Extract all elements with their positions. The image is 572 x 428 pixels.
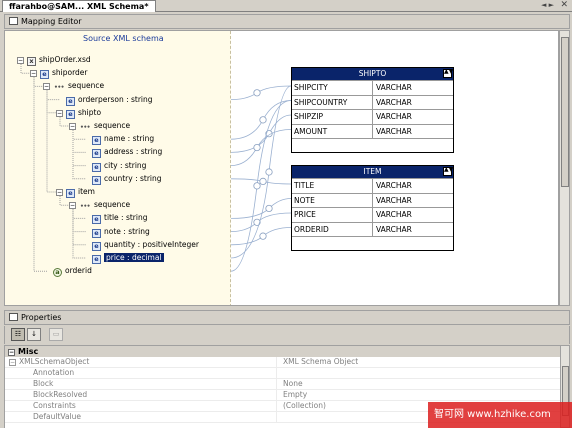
document-tab-strip: ffarahbo@SAM... XML Schema* ◄ ► ✕ [0, 0, 572, 12]
column-name: TITLE [292, 179, 373, 193]
property-pages-icon[interactable]: ▭ [49, 328, 63, 341]
mapping-line[interactable] [230, 100, 292, 272]
window-icon [9, 17, 18, 25]
mapping-junction[interactable] [265, 168, 273, 176]
mapping-junction[interactable] [259, 177, 267, 185]
table-row[interactable]: SHIPCOUNTRY VARCHAR [292, 94, 453, 109]
property-name: − XMLSchemaObject [5, 357, 277, 367]
column-name: AMOUNT [292, 124, 373, 138]
table-row[interactable]: SHIPZIP VARCHAR [292, 109, 453, 124]
column-name: SHIPCOUNTRY [292, 95, 373, 109]
table-item[interactable]: ITEM ▲▼ TITLE VARCHAR NOTE VARCHAR PRICE VAR… [291, 165, 454, 251]
property-row[interactable]: BlockResolved Empty [5, 390, 560, 401]
column-name: NOTE [292, 193, 373, 207]
property-name: DefaultValue [5, 412, 277, 422]
column-type: VARCHAR [376, 210, 412, 219]
properties-title-bar: Properties [4, 310, 570, 325]
column-name: SHIPCITY [292, 81, 373, 95]
close-icon[interactable]: ✕ [560, 0, 568, 11]
table-row[interactable]: ORDERID VARCHAR [292, 221, 453, 236]
properties-title: Properties [21, 313, 62, 322]
mapping-line[interactable] [230, 85, 292, 100]
watermark: 智可网 www.hzhike.com [428, 402, 572, 428]
column-type: VARCHAR [376, 224, 412, 234]
category-label: Misc [18, 347, 39, 356]
tab-xml-schema[interactable]: ffarahbo@SAM... XML Schema* [2, 0, 156, 12]
column-type: VARCHAR [376, 112, 412, 121]
tab-scroll-arrows-icon[interactable]: ◄ ► [541, 1, 554, 9]
table-scroll-icon[interactable]: ▲▼ [443, 69, 453, 78]
table-row-empty [292, 138, 453, 152]
mapping-line[interactable] [230, 198, 292, 219]
mapping-junction[interactable] [259, 116, 267, 124]
property-name-text: XMLSchemaObject [19, 357, 90, 366]
table-name: ITEM [363, 167, 382, 176]
categorized-icon[interactable]: ☷ [11, 328, 25, 341]
mapping-junction[interactable] [253, 89, 261, 97]
table-scroll-icon[interactable]: ▲▼ [443, 167, 453, 176]
property-name: Block [5, 379, 277, 389]
property-value[interactable]: Empty [277, 390, 560, 400]
column-type: VARCHAR [376, 97, 412, 107]
table-row[interactable]: TITLE VARCHAR [292, 178, 453, 193]
mapping-junction[interactable] [253, 182, 261, 190]
column-type: VARCHAR [376, 195, 412, 205]
column-type: VARCHAR [376, 126, 412, 136]
column-type: VARCHAR [376, 181, 412, 190]
collapse-icon[interactable]: − [9, 359, 16, 366]
table-row[interactable]: NOTE VARCHAR [292, 192, 453, 207]
column-name: PRICE [292, 208, 373, 222]
property-value[interactable]: XML Schema Object [277, 357, 560, 367]
property-row[interactable]: Block None [5, 379, 560, 390]
property-row[interactable]: Annotation [5, 368, 560, 379]
property-name: Constraints [5, 401, 277, 411]
column-name: ORDERID [292, 222, 373, 236]
table-header: SHIPTO ▲▼ [292, 68, 453, 80]
scrollbar-thumb[interactable] [561, 37, 569, 187]
mapping-junction[interactable] [253, 143, 261, 152]
property-row[interactable]: − XMLSchemaObject XML Schema Object [5, 357, 560, 368]
mapping-lines [230, 85, 292, 272]
table-row[interactable]: PRICE VARCHAR [292, 207, 453, 222]
collapse-icon[interactable]: − [8, 349, 15, 356]
mapping-canvas[interactable]: Source XML schema − x shipOrder.xsd − e shipo… [4, 30, 559, 306]
canvas-vertical-scrollbar[interactable] [559, 30, 570, 306]
column-type: VARCHAR [376, 83, 412, 92]
mapping-editor-title: Mapping Editor [21, 17, 82, 26]
property-name: Annotation [5, 368, 277, 378]
mapping-junction[interactable] [259, 232, 267, 240]
property-name: BlockResolved [5, 390, 277, 400]
table-shipto[interactable]: SHIPTO ▲▼ SHIPCITY VARCHAR SHIPCOUNTRY VARC… [291, 67, 454, 153]
alphabetical-sort-icon[interactable]: ↓ [27, 328, 41, 341]
mapping-line[interactable] [230, 85, 292, 259]
window-icon [9, 313, 18, 321]
table-row[interactable]: SHIPCITY VARCHAR [292, 80, 453, 95]
table-name: SHIPTO [358, 69, 387, 78]
category-misc[interactable]: − Misc [5, 346, 560, 357]
mapping-junction[interactable] [265, 204, 273, 213]
table-row[interactable]: AMOUNT VARCHAR [292, 123, 453, 138]
mapping-editor-title-bar: Mapping Editor [4, 14, 570, 29]
property-value[interactable]: None [277, 379, 560, 389]
column-name: SHIPZIP [292, 110, 373, 124]
properties-toolbar: ☷ ↓ ▭ [4, 326, 570, 344]
property-value[interactable] [277, 368, 560, 378]
table-row-empty [292, 236, 453, 250]
table-header: ITEM ▲▼ [292, 166, 453, 178]
